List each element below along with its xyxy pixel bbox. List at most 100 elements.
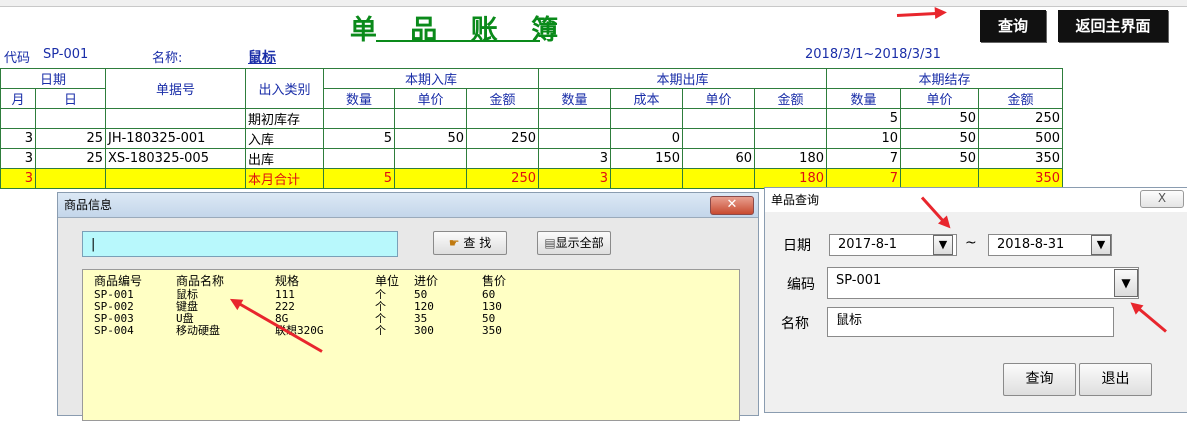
- cell-b_p: [900, 168, 979, 189]
- table-row: 3 25 JH-180325-001 入库 5 50 250 0 10 50 500: [0, 128, 1063, 149]
- cell-no: XS-180325-005: [105, 148, 246, 169]
- header-out-price: 单价: [682, 88, 755, 109]
- code-value: SP-001: [43, 47, 89, 62]
- header-out-qty: 数量: [538, 88, 611, 109]
- date-label: 日期: [783, 238, 811, 254]
- name-field-value: 鼠标: [836, 313, 863, 328]
- close-icon[interactable]: ✕: [710, 196, 754, 215]
- cell-type: 出库: [245, 148, 324, 169]
- cell-in_q: [323, 108, 395, 129]
- list-item-cell[interactable]: 个: [375, 325, 386, 337]
- cell-in_p: [394, 168, 467, 189]
- date-range: 2018/3/1~2018/3/31: [805, 47, 941, 62]
- cell-b_q: 5: [826, 108, 901, 129]
- name-label: 名称:: [152, 51, 183, 66]
- col-header-spec: 规格: [275, 274, 300, 288]
- annotation-arrow: [896, 11, 942, 17]
- list-item-cell[interactable]: SP-004: [94, 325, 134, 337]
- code-label: 代码: [4, 51, 31, 66]
- header-date: 日期: [0, 68, 106, 89]
- close-icon[interactable]: X: [1140, 190, 1184, 208]
- header-in-price: 单价: [394, 88, 467, 109]
- table-row: 期初库存 5 50 250: [0, 108, 1063, 129]
- name-label: 名称: [781, 316, 809, 332]
- cell-in_a: [466, 148, 539, 169]
- cell-out_p: [682, 168, 755, 189]
- cell-out_a: [754, 128, 827, 149]
- back-to-main-button[interactable]: 返回主界面: [1058, 10, 1168, 42]
- name-field[interactable]: 鼠标: [827, 307, 1114, 337]
- header-in-amount: 金额: [466, 88, 539, 109]
- cell-in_a: [466, 108, 539, 129]
- cell-type: 本月合计: [245, 168, 324, 189]
- col-header-unit: 单位: [375, 274, 400, 288]
- cell-out_c: [610, 108, 683, 129]
- cell-out_a: [754, 108, 827, 129]
- cell-out_p: [682, 108, 755, 129]
- code-label: 编码: [787, 277, 815, 293]
- date-from-value: 2017-8-1: [838, 237, 898, 252]
- query-dialog-title: 单品查询: [771, 193, 820, 207]
- col-header-code: 商品编号: [94, 274, 143, 288]
- col-header-price: 售价: [482, 274, 507, 288]
- product-info-dialog: 商品信息 ✕ | ☛ 查 找 ▤显示全部 商品编号 商品名称 规格 单位 进价 …: [57, 192, 759, 421]
- hand-pointer-icon: ☛: [448, 236, 460, 250]
- col-header-name: 商品名称: [176, 274, 225, 288]
- cell-in_a: 250: [466, 128, 539, 149]
- cell-in_a: 250: [466, 168, 539, 189]
- header-bal-price: 单价: [900, 88, 979, 109]
- dialog-query-button[interactable]: 查询: [1003, 363, 1076, 396]
- query-dialog-titlebar[interactable]: 单品查询 X: [765, 188, 1187, 212]
- header-in-group: 本期入库: [323, 68, 539, 89]
- name-value: 鼠标: [248, 50, 276, 66]
- product-list[interactable]: 商品编号 商品名称 规格 单位 进价 售价 SP-001 鼠标 111 个 50 60 SP…: [82, 269, 740, 421]
- header-balance-group: 本期结存: [826, 68, 1063, 89]
- cell-in_p: [394, 148, 467, 169]
- header-out-amount: 金额: [754, 88, 827, 109]
- cell-out_a: 180: [754, 148, 827, 169]
- find-button-label: 查 找: [463, 236, 492, 250]
- cell-b_p: 50: [900, 128, 979, 149]
- cell-b_a: 500: [978, 128, 1063, 149]
- col-header-cost: 进价: [414, 274, 439, 288]
- find-button[interactable]: ☛ 查 找: [433, 231, 507, 255]
- cell-no: JH-180325-001: [105, 128, 246, 149]
- dropdown-arrow-icon[interactable]: ▼: [933, 235, 953, 255]
- product-search-input[interactable]: |: [82, 231, 398, 257]
- cell-out_q: 3: [538, 168, 611, 189]
- cell-b_q: 7: [826, 168, 901, 189]
- list-item-cell[interactable]: 移动硬盘: [176, 325, 220, 337]
- cell-d: [35, 168, 106, 189]
- cell-b_p: 50: [900, 148, 979, 169]
- item-query-dialog: 单品查询 X 日期 2017-8-1 ▼ ~ 2018-8-31 ▼ 编码 SP…: [764, 187, 1187, 413]
- cell-m: 3: [0, 168, 36, 189]
- cell-out_q: [538, 108, 611, 129]
- table-row: 3 25 XS-180325-005 出库 3 150 60 180 7 50 350: [0, 148, 1063, 169]
- cell-no: [105, 108, 246, 129]
- table-row-total: 3 本月合计 5 250 3 180 7 350: [0, 168, 1063, 189]
- code-combobox-value: SP-001: [836, 273, 882, 288]
- query-button[interactable]: 查询: [980, 10, 1046, 42]
- list-item-cell[interactable]: 350: [482, 325, 502, 337]
- product-dialog-titlebar[interactable]: 商品信息 ✕: [58, 193, 758, 218]
- header-month: 月: [0, 88, 36, 109]
- cell-d: [35, 108, 106, 129]
- list-item-cell[interactable]: 300: [414, 325, 434, 337]
- header-io-type: 出入类别: [245, 68, 324, 109]
- exit-button[interactable]: 退出: [1079, 363, 1152, 396]
- ledger-table: 日期 单据号 出入类别 本期入库 本期出库 本期结存 月 日 数量 单价 金额 …: [0, 68, 1063, 189]
- header-bal-qty: 数量: [826, 88, 901, 109]
- cell-m: 3: [0, 148, 36, 169]
- header-out-cost: 成本: [610, 88, 683, 109]
- cell-out_p: 60: [682, 148, 755, 169]
- cell-m: [0, 108, 36, 129]
- cell-d: 25: [35, 128, 106, 149]
- code-combobox[interactable]: SP-001: [827, 267, 1139, 299]
- show-all-button[interactable]: ▤显示全部: [537, 231, 611, 255]
- cell-type: 入库: [245, 128, 324, 149]
- show-all-label: 显示全部: [555, 236, 604, 250]
- cell-b_q: 10: [826, 128, 901, 149]
- document-list-icon: ▤: [544, 236, 556, 250]
- dropdown-arrow-icon[interactable]: ▼: [1091, 235, 1111, 255]
- dropdown-arrow-icon[interactable]: ▼: [1114, 269, 1138, 297]
